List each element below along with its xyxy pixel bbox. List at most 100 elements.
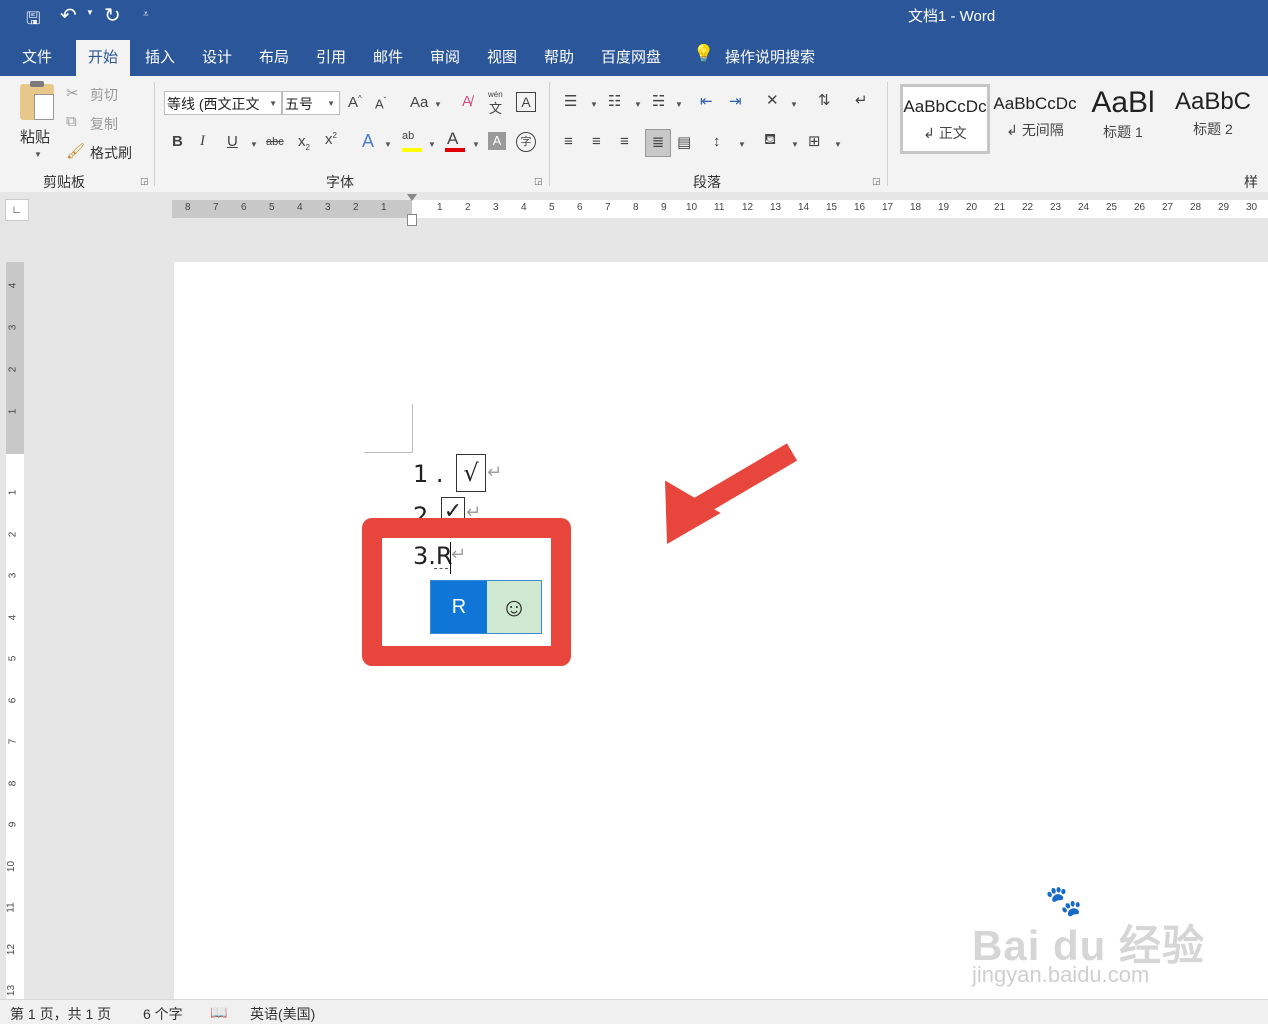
autocomplete-option-r[interactable]: R [431, 581, 487, 633]
style-heading-1[interactable]: AaBl 标题 1 [1082, 84, 1164, 154]
tab-selector-icon[interactable]: ∟ [5, 199, 29, 221]
paste-button[interactable]: 粘贴 [20, 126, 50, 147]
decrease-indent-icon[interactable]: ⇤ [700, 92, 713, 110]
font-size-combo[interactable]: 五号 ▼ [282, 91, 340, 115]
shading-icon[interactable]: ⛾ [764, 131, 776, 150]
lightbulb-icon: 💡 [693, 44, 715, 63]
font-size-dropdown-icon[interactable]: ▼ [327, 92, 335, 116]
undo-dropdown-icon[interactable]: ▼ [86, 8, 94, 17]
font-name-dropdown-icon[interactable]: ▼ [269, 92, 277, 116]
align-right-icon[interactable]: ≡ [620, 133, 629, 150]
style-no-spacing[interactable]: AaBbCcDc ↲ 无间隔 [992, 84, 1078, 154]
cut-button[interactable]: 剪切 [90, 85, 118, 105]
tab-help[interactable]: 帮助 [544, 46, 574, 67]
vertical-ruler-number: 4 [7, 282, 19, 289]
save-icon[interactable]: 🖫 [26, 6, 40, 35]
paragraph-launcher-icon[interactable]: ◲ [872, 176, 881, 187]
customize-qat-icon[interactable]: ⩡ [143, 9, 149, 20]
tab-insert[interactable]: 插入 [145, 46, 175, 67]
copy-icon[interactable]: ⧉ [66, 113, 77, 130]
line-spacing-dropdown-icon[interactable]: ▼ [738, 140, 746, 149]
shrink-font-icon[interactable]: Aˇ [375, 96, 386, 111]
distributed-icon[interactable]: ▤ [677, 133, 691, 151]
format-painter-button[interactable]: 格式刷 [90, 143, 132, 163]
show-marks-icon[interactable]: ↵ [855, 91, 868, 109]
paste-icon[interactable] [20, 81, 54, 120]
increase-indent-icon[interactable]: ⇥ [729, 92, 742, 110]
change-case-icon[interactable]: Aa [410, 94, 428, 111]
text-effects-dropdown-icon[interactable]: ▼ [384, 140, 392, 149]
sort-icon[interactable]: ⇅ [818, 91, 831, 109]
shading-dropdown-icon[interactable]: ▼ [791, 140, 799, 149]
font-name-combo[interactable]: 等线 (西文正文 ▼ [164, 91, 282, 115]
superscript-icon[interactable]: x2 [325, 131, 337, 148]
numbering-icon[interactable]: ☷ [608, 92, 621, 110]
style-heading-2[interactable]: AaBbC 标题 2 [1172, 84, 1254, 154]
ruler-number: 30 [1246, 202, 1258, 213]
tab-view[interactable]: 视图 [487, 46, 517, 67]
clear-formatting-icon[interactable]: A̸ [462, 93, 472, 110]
document-page[interactable] [174, 262, 1268, 1000]
language[interactable]: 英语(美国) [250, 1004, 315, 1024]
font-color-dropdown-icon[interactable]: ▼ [472, 140, 480, 149]
justify-icon[interactable]: ≣ [645, 129, 671, 157]
numbering-dropdown-icon[interactable]: ▼ [634, 100, 642, 109]
chinese-layout-icon[interactable]: ✕ [766, 91, 779, 109]
proofing-icon[interactable]: 📖 [210, 1004, 227, 1021]
tab-baidu-netdisk[interactable]: 百度网盘 [601, 46, 661, 67]
underline-icon[interactable]: U [227, 133, 238, 150]
bold-icon[interactable]: B [172, 133, 183, 150]
copy-button[interactable]: 复制 [90, 114, 118, 134]
first-line-indent-marker[interactable] [407, 194, 417, 201]
text-effects-icon[interactable]: A [362, 131, 374, 152]
font-color-icon[interactable]: A [447, 129, 458, 149]
tab-references[interactable]: 引用 [316, 46, 346, 67]
bullets-icon[interactable]: ☰ [564, 92, 577, 110]
strikethrough-icon[interactable]: abc [266, 136, 284, 148]
borders-icon[interactable]: ⊞ [808, 132, 821, 150]
character-border-icon[interactable]: A [516, 92, 536, 112]
undo-icon[interactable]: ↶ [60, 3, 77, 28]
tab-review[interactable]: 审阅 [430, 46, 460, 67]
format-painter-icon[interactable]: 🖌 [66, 142, 85, 160]
subscript-icon[interactable]: x2 [298, 133, 310, 152]
character-shading-icon[interactable]: A [488, 132, 506, 150]
watermark-url: jingyan.baidu.com [972, 962, 1150, 987]
page-count[interactable]: 第 1 页，共 1 页 [10, 1004, 111, 1024]
tab-layout[interactable]: 布局 [259, 46, 289, 67]
chinese-layout-dropdown-icon[interactable]: ▼ [790, 100, 798, 109]
line-spacing-icon[interactable]: ↕ [713, 133, 721, 150]
multilevel-list-icon[interactable]: ☵ [652, 92, 665, 110]
left-indent-marker[interactable] [407, 214, 417, 226]
align-center-icon[interactable]: ≡ [592, 133, 601, 150]
font-group-label: 字体 [326, 174, 354, 190]
tab-mailings[interactable]: 邮件 [373, 46, 403, 67]
underline-dropdown-icon[interactable]: ▼ [250, 140, 258, 149]
style-normal[interactable]: AaBbCcDc ↲ 正文 [900, 84, 990, 154]
multilevel-list-dropdown-icon[interactable]: ▼ [675, 100, 683, 109]
change-case-dropdown-icon[interactable]: ▼ [434, 100, 442, 109]
bullets-dropdown-icon[interactable]: ▼ [590, 100, 598, 109]
checkmark-symbol-1[interactable]: √ [456, 454, 486, 492]
tab-file[interactable]: 文件 [22, 46, 52, 67]
highlight-dropdown-icon[interactable]: ▼ [428, 140, 436, 149]
enclose-characters-icon[interactable]: 字 [516, 132, 536, 152]
redo-icon[interactable]: ↻ [104, 3, 121, 28]
list-line-3[interactable]: 3.R [413, 542, 453, 570]
list-number-1: 1 . [413, 460, 444, 488]
tell-me-search[interactable]: 操作说明搜索 [725, 46, 815, 67]
phonetic-guide-icon[interactable]: 文 [489, 98, 502, 117]
cut-icon[interactable]: ✂ [66, 84, 79, 102]
italic-icon[interactable]: I [200, 133, 205, 150]
tab-home[interactable]: 开始 [76, 40, 131, 76]
clipboard-launcher-icon[interactable]: ◲ [140, 176, 149, 187]
align-left-icon[interactable]: ≡ [564, 133, 573, 150]
paste-dropdown-icon[interactable]: ▼ [34, 150, 42, 159]
borders-dropdown-icon[interactable]: ▼ [834, 140, 842, 149]
autocomplete-option-smiley[interactable]: ☺ [487, 581, 541, 633]
word-count[interactable]: 6 个字 [143, 1004, 183, 1024]
highlight-icon[interactable]: ab [402, 130, 414, 142]
font-launcher-icon[interactable]: ◲ [534, 176, 543, 187]
tab-design[interactable]: 设计 [202, 46, 232, 67]
grow-font-icon[interactable]: A^ [348, 94, 362, 111]
